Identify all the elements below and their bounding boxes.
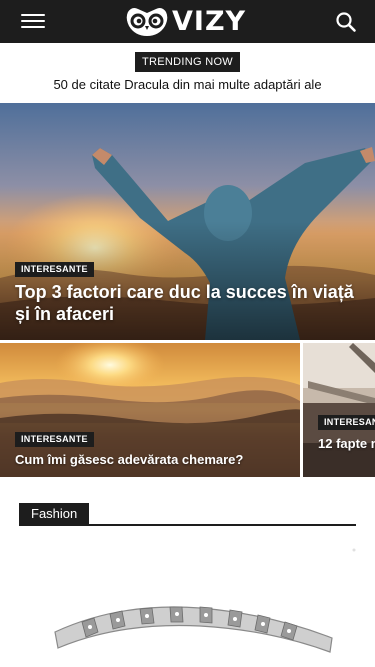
site-logo[interactable]: VIZY bbox=[124, 4, 246, 38]
hero-title[interactable]: Top 3 factori care duc la succes în viaț… bbox=[15, 281, 360, 325]
article-card-image bbox=[303, 343, 375, 477]
brand-name: VIZY bbox=[172, 5, 247, 37]
fashion-article-image[interactable] bbox=[0, 540, 375, 667]
article-card[interactable]: INTERESANTE Cum îmi găsesc adevărata che… bbox=[0, 343, 300, 477]
card-category-badge[interactable]: INTERESANTE bbox=[15, 432, 94, 447]
owl-logo-icon bbox=[126, 8, 168, 36]
hero-article[interactable]: INTERESANTE Top 3 factori care duc la su… bbox=[0, 103, 375, 340]
card-title[interactable]: 12 fapte modul în bbox=[318, 435, 375, 452]
search-icon[interactable] bbox=[335, 11, 357, 33]
trending-badge: TRENDING NOW bbox=[135, 52, 240, 72]
card-category-badge[interactable]: INTERESANTE bbox=[318, 415, 375, 430]
card-title[interactable]: Cum îmi găsesc adevărata chemare? bbox=[15, 452, 295, 467]
article-card[interactable]: INTERESANTE 12 fapte modul în bbox=[303, 343, 375, 477]
trending-article-link[interactable]: 50 de citate Dracula din mai multe adapt… bbox=[0, 77, 375, 92]
hero-category-badge[interactable]: INTERESANTE bbox=[15, 262, 94, 277]
top-header: VIZY bbox=[0, 0, 375, 43]
hamburger-menu-icon[interactable] bbox=[21, 12, 45, 30]
section-label-fashion[interactable]: Fashion bbox=[19, 503, 90, 525]
